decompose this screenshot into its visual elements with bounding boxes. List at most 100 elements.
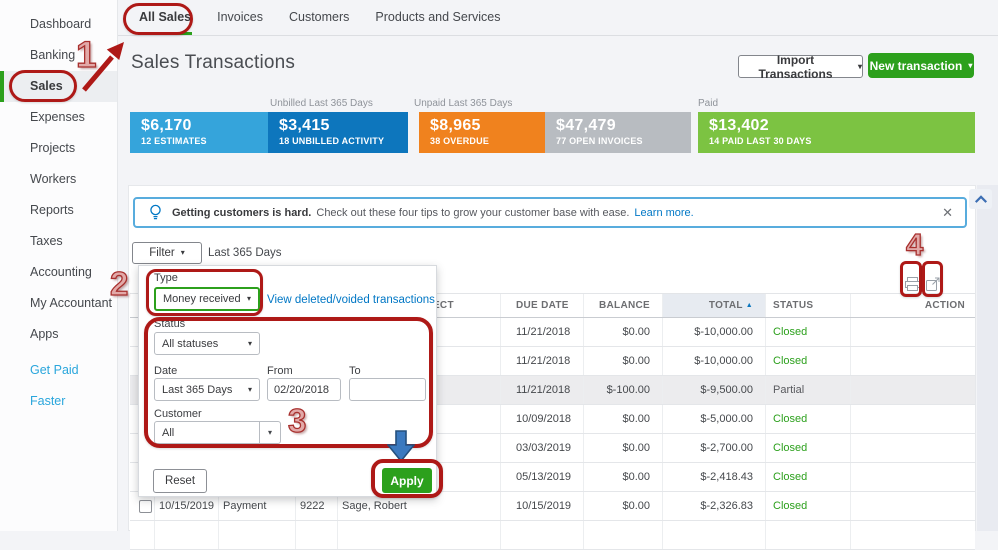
cell-total: $-2,326.83 — [662, 492, 765, 520]
cell-due-date: 10/09/2018 — [500, 405, 583, 433]
tab-invoices[interactable]: Invoices — [216, 0, 264, 35]
card-amount: $13,402 — [709, 117, 769, 134]
customer-dropdown-value: All — [162, 426, 175, 439]
banner-text: Check out these four tips to grow your c… — [316, 206, 630, 219]
money-bar-group-label-unbilled: Unbilled Last 365 Days — [270, 98, 373, 109]
new-transaction-label: New transaction — [869, 58, 963, 73]
cell-due-date: 05/13/2019 — [500, 463, 583, 491]
new-transaction-button[interactable]: New transaction ▾ — [868, 53, 974, 78]
filter-button[interactable]: Filter ▾ — [132, 242, 202, 264]
customer-dropdown-caret-button[interactable]: ▾ — [259, 421, 281, 444]
sidebar-item-accounting[interactable]: Accounting — [0, 257, 117, 288]
caret-down-icon: ▾ — [968, 60, 973, 70]
column-header-due-date[interactable]: DUE DATE — [500, 294, 583, 317]
cell-total: $-5,000.00 — [662, 405, 765, 433]
cell-action — [850, 347, 975, 375]
print-icon[interactable] — [904, 276, 921, 292]
reset-button[interactable]: Reset — [153, 469, 207, 493]
tab-products-and-services[interactable]: Products and Services — [374, 0, 501, 35]
caret-down-icon: ▾ — [247, 338, 252, 348]
card-amount: $6,170 — [141, 117, 192, 134]
total-header-label: TOTAL — [708, 300, 743, 311]
cell-due-date: 11/21/2018 — [500, 347, 583, 375]
filter-panel: Type Money received ▾ View deleted/voide… — [138, 265, 437, 497]
type-dropdown[interactable]: Money received ▾ — [154, 287, 260, 311]
sidebar-item-expenses[interactable]: Expenses — [0, 102, 117, 133]
type-dropdown-value: Money received — [163, 293, 241, 305]
cell-due-date: 11/21/2018 — [500, 318, 583, 346]
export-icon[interactable] — [925, 276, 941, 292]
sidebar-item-reports[interactable]: Reports — [0, 195, 117, 226]
sidebar-item-my-accountant[interactable]: My Accountant — [0, 288, 117, 319]
cell-status: Closed — [765, 347, 850, 375]
import-transactions-button[interactable]: Import Transactions ▾ — [738, 53, 863, 81]
banner-learn-more-link[interactable]: Learn more. — [634, 207, 693, 219]
column-header-status[interactable]: STATUS — [765, 294, 850, 317]
scrollbar-track[interactable] — [977, 185, 998, 531]
cell-status: Closed — [765, 492, 850, 520]
view-deleted-voided-link[interactable]: View deleted/voided transactions — [267, 294, 435, 306]
cell-status: Closed — [765, 318, 850, 346]
cell-action — [850, 492, 975, 520]
filter-button-label: Filter — [149, 247, 175, 259]
cell-balance: $0.00 — [583, 405, 662, 433]
column-header-balance[interactable]: BALANCE — [583, 294, 662, 317]
card-caption: 14 PAID LAST 30 DAYS — [709, 136, 812, 146]
apply-button[interactable]: Apply — [382, 468, 432, 493]
column-header-action[interactable]: ACTION — [850, 294, 975, 317]
chevron-up-icon — [974, 194, 987, 203]
cell-due-date: 10/15/2019 — [500, 492, 583, 520]
from-label: From — [267, 365, 293, 377]
cell-balance: $-100.00 — [583, 376, 662, 404]
lightbulb-icon — [150, 204, 161, 220]
money-bar-card-open-invoices[interactable]: $47,479 77 OPEN INVOICES — [545, 112, 691, 153]
cell-balance: $0.00 — [583, 347, 662, 375]
status-label: Status — [154, 318, 186, 330]
status-dropdown[interactable]: All statuses ▾ — [154, 332, 260, 355]
money-bar-card-unbilled-activity[interactable]: $3,415 18 UNBILLED ACTIVITY — [268, 112, 408, 153]
cell-status: Closed — [765, 434, 850, 462]
sidebar-item-taxes[interactable]: Taxes — [0, 226, 117, 257]
from-date-input[interactable] — [267, 378, 341, 401]
cell-total: $-2,418.43 — [662, 463, 765, 491]
card-caption: 18 UNBILLED ACTIVITY — [279, 136, 385, 146]
customer-label: Customer — [154, 408, 202, 420]
cell-due-date: 11/21/2018 — [500, 376, 583, 404]
cell-balance: $0.00 — [583, 434, 662, 462]
sidebar-item-apps[interactable]: Apps — [0, 319, 117, 350]
tab-all-sales[interactable]: All Sales — [138, 0, 193, 35]
card-amount: $8,965 — [430, 117, 481, 134]
sidebar-item-banking[interactable]: Banking — [0, 40, 117, 71]
sidebar-item-workers[interactable]: Workers — [0, 164, 117, 195]
tab-bar: All Sales Invoices Customers Products an… — [118, 0, 998, 36]
card-amount: $3,415 — [279, 117, 330, 134]
row-checkbox[interactable] — [139, 499, 152, 513]
sidebar-item-get-paid-faster[interactable]: Get Paid Faster — [0, 355, 117, 408]
column-header-total-sorted[interactable]: TOTAL ▲ — [662, 294, 765, 317]
sidebar-item-sales[interactable]: Sales — [0, 71, 117, 102]
sort-ascending-icon: ▲ — [745, 302, 753, 309]
money-bar-card-estimates[interactable]: $6,170 12 ESTIMATES — [130, 112, 268, 153]
cell-action — [850, 463, 975, 491]
money-bar-card-overdue[interactable]: $8,965 38 OVERDUE — [419, 112, 545, 153]
cell-action — [850, 405, 975, 433]
cell-total: $-10,000.00 — [662, 347, 765, 375]
sidebar-item-projects[interactable]: Projects — [0, 133, 117, 164]
cell-action — [850, 434, 975, 462]
customer-dropdown[interactable]: All — [154, 421, 260, 444]
money-bar-card-paid[interactable]: $13,402 14 PAID LAST 30 DAYS — [698, 112, 975, 153]
close-icon[interactable]: ✕ — [942, 205, 953, 221]
to-date-input[interactable] — [349, 378, 426, 401]
cell-action — [850, 318, 975, 346]
sidebar-item-dashboard[interactable]: Dashboard — [0, 9, 117, 40]
table-row-empty — [130, 521, 975, 550]
caret-down-icon: ▾ — [267, 427, 272, 437]
cell-status: Partial — [765, 376, 850, 404]
cell-due-date: 03/03/2019 — [500, 434, 583, 462]
tab-customers[interactable]: Customers — [288, 0, 350, 35]
cell-total: $-2,700.00 — [662, 434, 765, 462]
date-dropdown[interactable]: Last 365 Days ▾ — [154, 378, 260, 401]
card-caption: 12 ESTIMATES — [141, 136, 207, 146]
collapse-money-bar-button[interactable] — [969, 189, 992, 209]
cell-action — [850, 376, 975, 404]
